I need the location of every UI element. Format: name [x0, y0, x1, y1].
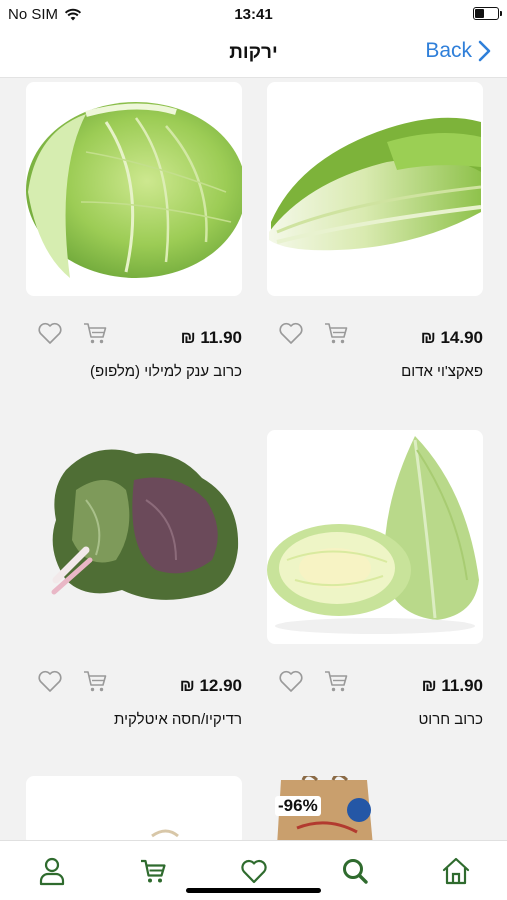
product-price: 11.90 ₪ — [180, 328, 242, 347]
cart-icon[interactable] — [82, 668, 108, 694]
pointed-cabbage-image — [267, 436, 479, 634]
tab-favorites[interactable] — [234, 853, 274, 889]
chevron-right-icon — [478, 40, 491, 62]
product-name[interactable]: רדיקיו/חסה איטלקית — [26, 711, 242, 728]
product-name[interactable]: פאקצ'וי אדום — [267, 363, 483, 380]
search-icon — [343, 859, 368, 884]
product-image[interactable] — [267, 430, 483, 644]
product-price: 14.90 ₪ — [420, 328, 483, 347]
home-indicator — [186, 888, 321, 893]
user-icon — [39, 857, 65, 886]
tab-search[interactable] — [335, 853, 375, 889]
cart-icon — [141, 859, 166, 883]
heart-icon[interactable] — [278, 668, 304, 694]
product-price: 12.90 ₪ — [179, 676, 242, 695]
back-button[interactable]: Back — [425, 39, 491, 63]
tab-cart[interactable] — [133, 853, 173, 889]
heart-icon[interactable] — [37, 320, 63, 346]
discount-badge: -96% — [275, 796, 321, 816]
battery-icon — [473, 7, 502, 20]
product-image[interactable] — [267, 82, 483, 296]
product-name[interactable]: כרוב חרוט — [267, 711, 484, 728]
product-image[interactable] — [26, 776, 242, 840]
clock: 13:41 — [234, 6, 273, 23]
cart-icon[interactable] — [323, 668, 349, 694]
heart-icon — [241, 859, 267, 884]
home-icon — [442, 857, 470, 885]
tab-profile[interactable] — [32, 853, 72, 889]
product-image[interactable] — [26, 82, 242, 296]
brand-logo-icon — [347, 798, 371, 822]
status-bar: No SIM 13:41 — [0, 0, 507, 28]
back-label: Back — [425, 39, 472, 62]
product-thumbnail — [151, 829, 179, 838]
radicchio-image — [51, 449, 239, 600]
product-grid: 14.90 ₪ פאקצ'וי אדום 11.90 ₪ כרוב ענק למ… — [0, 78, 507, 840]
cabbage-image — [26, 102, 242, 278]
product-image[interactable]: -96% — [267, 776, 483, 840]
product-price: 11.90 ₪ — [421, 676, 483, 695]
product-name[interactable]: כרוב ענק למילוי (מלפופ) — [26, 363, 242, 380]
product-image[interactable] — [26, 430, 242, 644]
bok-choy-image — [269, 117, 482, 251]
heart-icon[interactable] — [37, 668, 63, 694]
heart-icon[interactable] — [278, 320, 304, 346]
cart-icon[interactable] — [82, 320, 108, 346]
tab-home[interactable] — [436, 853, 476, 889]
cart-icon[interactable] — [323, 320, 349, 346]
navigation-bar: ירקות Back — [0, 28, 507, 78]
